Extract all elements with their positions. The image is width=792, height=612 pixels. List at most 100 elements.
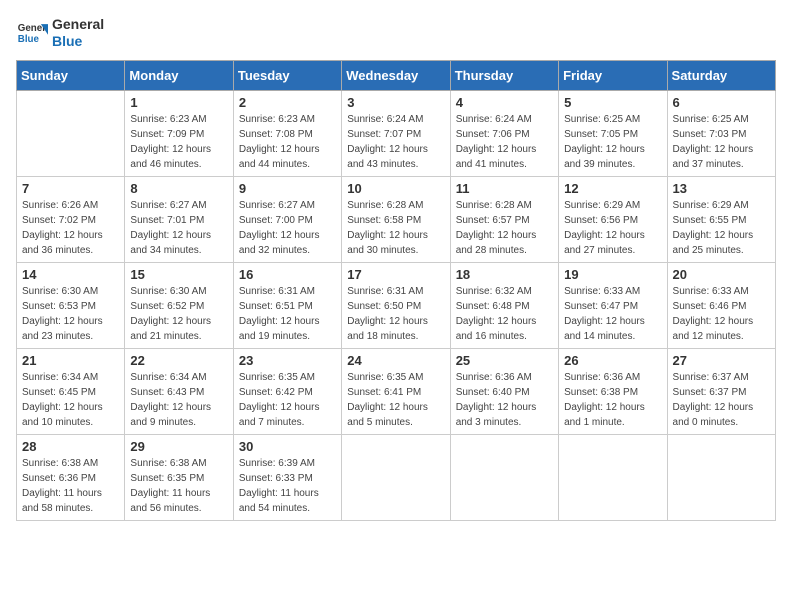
day-info: Sunrise: 6:24 AMSunset: 7:06 PMDaylight:… — [456, 112, 553, 172]
weekday-header-tuesday: Tuesday — [233, 60, 341, 90]
week-row-2: 7 Sunrise: 6:26 AMSunset: 7:02 PMDaylight… — [17, 176, 776, 262]
day-number: 14 — [22, 267, 119, 282]
day-number: 8 — [130, 181, 227, 196]
logo-blue-text: Blue — [52, 33, 104, 50]
day-info: Sunrise: 6:27 AMSunset: 7:00 PMDaylight:… — [239, 198, 336, 258]
day-number: 6 — [673, 95, 770, 110]
day-number: 5 — [564, 95, 661, 110]
calendar-cell: 20 Sunrise: 6:33 AMSunset: 6:46 PMDayligh… — [667, 262, 775, 348]
day-number: 20 — [673, 267, 770, 282]
day-number: 7 — [22, 181, 119, 196]
calendar-cell: 13 Sunrise: 6:29 AMSunset: 6:55 PMDayligh… — [667, 176, 775, 262]
calendar-cell: 3Sunrise: 6:24 AMSunset: 7:07 PMDaylight… — [342, 90, 450, 176]
weekday-header-saturday: Saturday — [667, 60, 775, 90]
calendar-cell: 26 Sunrise: 6:36 AMSunset: 6:38 PMDayligh… — [559, 348, 667, 434]
day-number: 27 — [673, 353, 770, 368]
calendar-table: SundayMondayTuesdayWednesdayThursdayFrid… — [16, 60, 776, 521]
day-info: Sunrise: 6:33 AMSunset: 6:46 PMDaylight:… — [673, 284, 770, 344]
day-info: Sunrise: 6:35 AMSunset: 6:42 PMDaylight:… — [239, 370, 336, 430]
day-number: 28 — [22, 439, 119, 454]
weekday-header-row: SundayMondayTuesdayWednesdayThursdayFrid… — [17, 60, 776, 90]
day-info: Sunrise: 6:31 AMSunset: 6:50 PMDaylight:… — [347, 284, 444, 344]
day-number: 25 — [456, 353, 553, 368]
day-number: 3 — [347, 95, 444, 110]
day-number: 15 — [130, 267, 227, 282]
day-info: Sunrise: 6:31 AMSunset: 6:51 PMDaylight:… — [239, 284, 336, 344]
calendar-cell: 24 Sunrise: 6:35 AMSunset: 6:41 PMDayligh… — [342, 348, 450, 434]
calendar-cell: 4Sunrise: 6:24 AMSunset: 7:06 PMDaylight… — [450, 90, 558, 176]
day-info: Sunrise: 6:38 AMSunset: 6:36 PMDaylight:… — [22, 456, 119, 516]
calendar-cell: 15 Sunrise: 6:30 AMSunset: 6:52 PMDayligh… — [125, 262, 233, 348]
day-info: Sunrise: 6:29 AMSunset: 6:56 PMDaylight:… — [564, 198, 661, 258]
calendar-cell: 10Sunrise: 6:28 AMSunset: 6:58 PMDayligh… — [342, 176, 450, 262]
weekday-header-wednesday: Wednesday — [342, 60, 450, 90]
day-info: Sunrise: 6:34 AMSunset: 6:45 PMDaylight:… — [22, 370, 119, 430]
day-number: 17 — [347, 267, 444, 282]
day-info: Sunrise: 6:23 AMSunset: 7:09 PMDaylight:… — [130, 112, 227, 172]
weekday-header-sunday: Sunday — [17, 60, 125, 90]
day-number: 26 — [564, 353, 661, 368]
calendar-cell: 14Sunrise: 6:30 AMSunset: 6:53 PMDayligh… — [17, 262, 125, 348]
day-number: 12 — [564, 181, 661, 196]
day-number: 19 — [564, 267, 661, 282]
logo: General Blue General Blue — [16, 16, 104, 50]
week-row-4: 21 Sunrise: 6:34 AMSunset: 6:45 PMDayligh… — [17, 348, 776, 434]
day-info: Sunrise: 6:25 AMSunset: 7:03 PMDaylight:… — [673, 112, 770, 172]
week-row-1: 1Sunrise: 6:23 AMSunset: 7:09 PMDaylight… — [17, 90, 776, 176]
calendar-cell: 9 Sunrise: 6:27 AMSunset: 7:00 PMDaylight… — [233, 176, 341, 262]
calendar-cell: 16 Sunrise: 6:31 AMSunset: 6:51 PMDayligh… — [233, 262, 341, 348]
calendar-cell: 18 Sunrise: 6:32 AMSunset: 6:48 PMDayligh… — [450, 262, 558, 348]
day-number: 9 — [239, 181, 336, 196]
day-info: Sunrise: 6:32 AMSunset: 6:48 PMDaylight:… — [456, 284, 553, 344]
calendar-cell — [342, 434, 450, 520]
day-number: 23 — [239, 353, 336, 368]
day-info: Sunrise: 6:36 AMSunset: 6:38 PMDaylight:… — [564, 370, 661, 430]
calendar-cell: 23 Sunrise: 6:35 AMSunset: 6:42 PMDayligh… — [233, 348, 341, 434]
calendar-cell — [559, 434, 667, 520]
calendar-cell: 7 Sunrise: 6:26 AMSunset: 7:02 PMDaylight… — [17, 176, 125, 262]
day-info: Sunrise: 6:28 AMSunset: 6:57 PMDaylight:… — [456, 198, 553, 258]
calendar-cell — [667, 434, 775, 520]
day-number: 29 — [130, 439, 227, 454]
week-row-3: 14Sunrise: 6:30 AMSunset: 6:53 PMDayligh… — [17, 262, 776, 348]
calendar-cell: 5 Sunrise: 6:25 AMSunset: 7:05 PMDaylight… — [559, 90, 667, 176]
calendar-cell: 21 Sunrise: 6:34 AMSunset: 6:45 PMDayligh… — [17, 348, 125, 434]
day-info: Sunrise: 6:30 AMSunset: 6:52 PMDaylight:… — [130, 284, 227, 344]
day-number: 24 — [347, 353, 444, 368]
day-number: 2 — [239, 95, 336, 110]
week-row-5: 28 Sunrise: 6:38 AMSunset: 6:36 PMDayligh… — [17, 434, 776, 520]
day-number: 18 — [456, 267, 553, 282]
calendar-cell: 11Sunrise: 6:28 AMSunset: 6:57 PMDayligh… — [450, 176, 558, 262]
day-info: Sunrise: 6:37 AMSunset: 6:37 PMDaylight:… — [673, 370, 770, 430]
day-number: 13 — [673, 181, 770, 196]
day-info: Sunrise: 6:35 AMSunset: 6:41 PMDaylight:… — [347, 370, 444, 430]
day-info: Sunrise: 6:25 AMSunset: 7:05 PMDaylight:… — [564, 112, 661, 172]
day-info: Sunrise: 6:27 AMSunset: 7:01 PMDaylight:… — [130, 198, 227, 258]
calendar-cell: 22 Sunrise: 6:34 AMSunset: 6:43 PMDayligh… — [125, 348, 233, 434]
day-number: 16 — [239, 267, 336, 282]
page-header: General Blue General Blue — [16, 16, 776, 50]
logo-icon: General Blue — [16, 17, 48, 49]
weekday-header-friday: Friday — [559, 60, 667, 90]
weekday-header-thursday: Thursday — [450, 60, 558, 90]
day-info: Sunrise: 6:39 AMSunset: 6:33 PMDaylight:… — [239, 456, 336, 516]
calendar-cell: 2 Sunrise: 6:23 AMSunset: 7:08 PMDaylight… — [233, 90, 341, 176]
day-info: Sunrise: 6:34 AMSunset: 6:43 PMDaylight:… — [130, 370, 227, 430]
calendar-cell: 1Sunrise: 6:23 AMSunset: 7:09 PMDaylight… — [125, 90, 233, 176]
day-info: Sunrise: 6:26 AMSunset: 7:02 PMDaylight:… — [22, 198, 119, 258]
day-info: Sunrise: 6:29 AMSunset: 6:55 PMDaylight:… — [673, 198, 770, 258]
day-info: Sunrise: 6:38 AMSunset: 6:35 PMDaylight:… — [130, 456, 227, 516]
calendar-cell: 27 Sunrise: 6:37 AMSunset: 6:37 PMDayligh… — [667, 348, 775, 434]
day-info: Sunrise: 6:33 AMSunset: 6:47 PMDaylight:… — [564, 284, 661, 344]
calendar-cell: 6 Sunrise: 6:25 AMSunset: 7:03 PMDaylight… — [667, 90, 775, 176]
day-info: Sunrise: 6:23 AMSunset: 7:08 PMDaylight:… — [239, 112, 336, 172]
day-info: Sunrise: 6:36 AMSunset: 6:40 PMDaylight:… — [456, 370, 553, 430]
calendar-cell: 12 Sunrise: 6:29 AMSunset: 6:56 PMDayligh… — [559, 176, 667, 262]
day-number: 10 — [347, 181, 444, 196]
calendar-cell: 29 Sunrise: 6:38 AMSunset: 6:35 PMDayligh… — [125, 434, 233, 520]
weekday-header-monday: Monday — [125, 60, 233, 90]
day-number: 22 — [130, 353, 227, 368]
calendar-cell — [17, 90, 125, 176]
calendar-cell — [450, 434, 558, 520]
day-number: 21 — [22, 353, 119, 368]
